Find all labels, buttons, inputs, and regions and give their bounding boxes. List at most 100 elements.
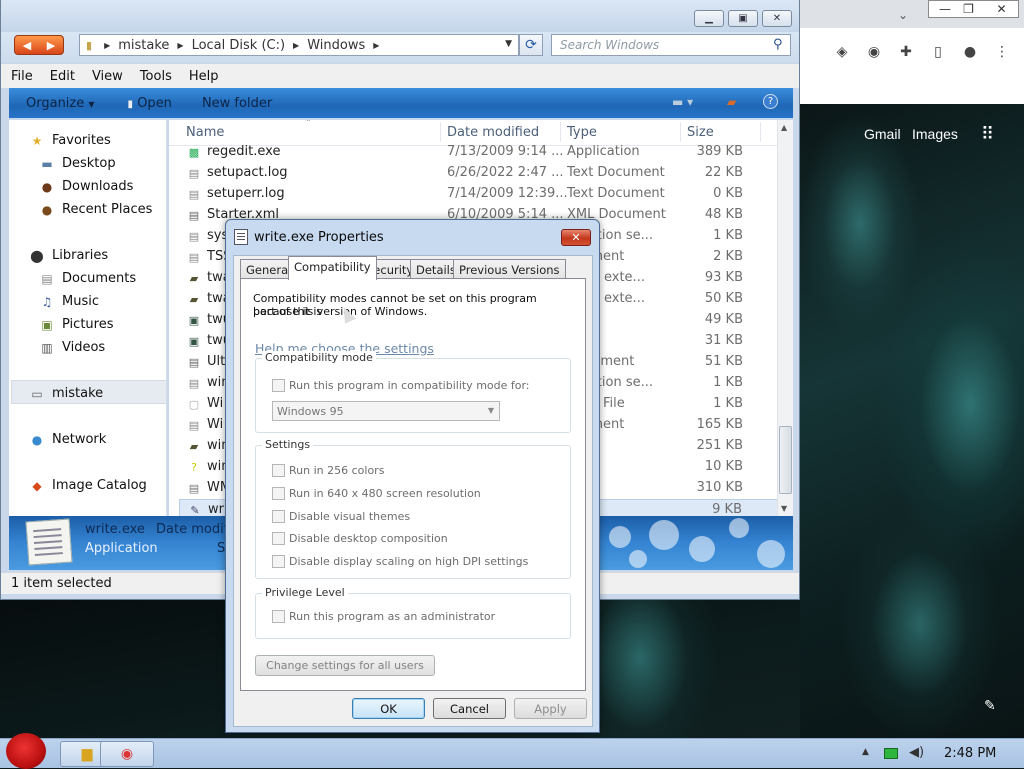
tab-previous-versions[interactable]: Previous Versions xyxy=(453,259,566,279)
nav-downloads[interactable]: ● Downloads xyxy=(39,179,134,194)
gmail-link[interactable]: Gmail xyxy=(864,126,901,142)
minimize-button[interactable]: ▁ xyxy=(694,10,724,27)
crumb-separator[interactable]: ▶ xyxy=(373,41,379,50)
show-hidden-icons-icon[interactable]: ▲ xyxy=(862,747,869,757)
search-icon[interactable]: ⚲ xyxy=(773,37,794,52)
checkbox-box[interactable] xyxy=(272,555,285,568)
table-row[interactable]: ▩ regedit.exe 7/13/2009 9:14 ... Applicatio… xyxy=(179,142,779,163)
close-button[interactable]: ✕ xyxy=(762,10,792,27)
ok-button[interactable]: OK xyxy=(352,698,425,719)
crumb-separator[interactable]: ▶ xyxy=(104,41,110,50)
apps-grid-icon[interactable]: ⠿ xyxy=(981,126,994,144)
battery-icon[interactable] xyxy=(884,748,898,759)
cancel-button[interactable]: Cancel xyxy=(433,698,506,719)
setting-disable-dpi-scaling[interactable]: Disable display scaling on high DPI sett… xyxy=(272,555,528,568)
menu-tools[interactable]: Tools xyxy=(140,69,172,84)
compat-mode-checkbox[interactable]: Run this program in compatibility mode f… xyxy=(272,379,530,392)
back-arrow-icon[interactable]: ◀ xyxy=(15,36,39,54)
images-link[interactable]: Images xyxy=(912,126,958,142)
address-dropdown-icon[interactable]: ▼ xyxy=(505,39,512,49)
sidepanel-icon[interactable]: ▯ xyxy=(928,42,948,62)
chrome-restore-button[interactable]: ❐ xyxy=(952,0,986,18)
setting-640x480[interactable]: Run in 640 x 480 screen resolution xyxy=(272,487,481,500)
pencil-icon[interactable]: ✎ xyxy=(984,698,996,714)
open-button[interactable]: ▮ Open xyxy=(128,96,172,111)
nav-homegroup-mistake[interactable]: ▭ mistake xyxy=(29,386,103,401)
nav-recent-places[interactable]: ● Recent Places xyxy=(39,202,153,217)
breadcrumb-mistake[interactable]: mistake xyxy=(118,38,169,53)
document-icon xyxy=(25,518,73,566)
breadcrumb-windows[interactable]: Windows xyxy=(307,38,365,53)
column-header-type[interactable]: Type xyxy=(567,125,597,140)
column-header-date[interactable]: Date modified xyxy=(447,125,539,140)
view-options-icon[interactable]: ▬ ▾ xyxy=(672,95,693,109)
table-row[interactable]: ▤ setupact.log 6/26/2022 2:47 ... Text Docu… xyxy=(179,163,779,184)
back-forward-buttons[interactable]: ◀ ▶ xyxy=(14,35,64,55)
puzzle-icon[interactable]: ✚ xyxy=(896,42,916,62)
menu-help[interactable]: Help xyxy=(189,69,219,84)
flag-icon[interactable]: ◉ xyxy=(864,42,884,62)
checkbox-box[interactable] xyxy=(272,510,285,523)
nav-documents[interactable]: ▤ Documents xyxy=(39,271,136,286)
search-input[interactable]: Search Windows xyxy=(551,34,791,56)
apply-button[interactable]: Apply xyxy=(514,698,587,719)
crumb-separator[interactable]: ▶ xyxy=(293,41,299,50)
new-folder-button[interactable]: New folder xyxy=(202,96,272,111)
maximize-button[interactable]: ▣ xyxy=(728,10,758,27)
nav-image-catalog[interactable]: ◆ Image Catalog xyxy=(29,478,146,493)
scrollbar-thumb[interactable] xyxy=(779,426,792,494)
run-as-admin-checkbox[interactable]: Run this program as an administrator xyxy=(272,610,495,623)
chevron-down-icon[interactable]: ⌄ xyxy=(898,8,908,22)
nav-favorites[interactable]: ★ Favorites xyxy=(29,133,111,148)
explorer-titlebar[interactable] xyxy=(1,0,799,32)
vertical-scrollbar[interactable]: ▲ ▼ xyxy=(777,120,793,516)
column-divider[interactable] xyxy=(560,122,561,142)
taskbar-clock[interactable]: 2:48 PM xyxy=(944,746,996,761)
kebab-icon[interactable]: ⋮ xyxy=(992,42,1012,62)
organize-button[interactable]: Organize ▼ xyxy=(26,96,95,111)
crumb-separator[interactable]: ▶ xyxy=(177,41,183,50)
start-button[interactable] xyxy=(6,733,46,769)
preview-pane-icon[interactable]: ▰ xyxy=(727,95,736,109)
setting-disable-themes[interactable]: Disable visual themes xyxy=(272,510,410,523)
setting-disable-composition[interactable]: Disable desktop composition xyxy=(272,532,448,545)
chrome-close-button[interactable]: ✕ xyxy=(985,0,1019,18)
nav-desktop[interactable]: ▬ Desktop xyxy=(39,156,115,171)
menu-edit[interactable]: Edit xyxy=(50,69,75,84)
scroll-down-icon[interactable]: ▼ xyxy=(781,504,787,513)
address-bar[interactable]: ▮ ▶ mistake ▶ Local Disk (C:) ▶ Windows … xyxy=(79,34,519,56)
dialog-close-button[interactable]: ✕ xyxy=(561,229,591,246)
nav-network[interactable]: ● Network xyxy=(29,432,107,447)
checkbox-box[interactable] xyxy=(272,532,285,545)
nav-pictures[interactable]: ▣ Pictures xyxy=(39,317,113,332)
ublock-icon[interactable]: ◈ xyxy=(832,42,852,62)
refresh-button[interactable]: ⟳ xyxy=(519,34,543,56)
menu-view[interactable]: View xyxy=(92,69,123,84)
forward-arrow-icon[interactable]: ▶ xyxy=(39,36,63,54)
compat-os-select[interactable]: Windows 95 ▼ xyxy=(272,401,500,421)
nav-music[interactable]: ♫ Music xyxy=(39,294,99,309)
tab-compatibility[interactable]: Compatibility xyxy=(288,256,377,280)
column-header-size[interactable]: Size xyxy=(687,125,714,140)
setting-256-colors[interactable]: Run in 256 colors xyxy=(272,464,384,477)
column-divider[interactable] xyxy=(760,122,761,142)
file-size: 389 KB xyxy=(696,144,743,159)
breadcrumb-local-disk[interactable]: Local Disk (C:) xyxy=(192,38,285,53)
profile-icon[interactable]: ● xyxy=(960,42,980,62)
scroll-up-icon[interactable]: ▲ xyxy=(781,123,787,132)
checkbox-box[interactable] xyxy=(272,487,285,500)
taskbar-chrome-button[interactable]: ◉ xyxy=(100,741,154,767)
checkbox-box[interactable] xyxy=(272,610,285,623)
change-settings-all-users-button[interactable]: Change settings for all users xyxy=(255,655,435,676)
checkbox-box[interactable] xyxy=(272,379,285,392)
checkbox-box[interactable] xyxy=(272,464,285,477)
menu-file[interactable]: File xyxy=(11,69,33,84)
nav-videos[interactable]: ▥ Videos xyxy=(39,340,105,355)
column-divider[interactable] xyxy=(680,122,681,142)
column-divider[interactable] xyxy=(440,122,441,142)
volume-icon[interactable]: ◀) xyxy=(909,745,924,760)
table-row[interactable]: ▤ setuperr.log 7/14/2009 12:39... Text Docu… xyxy=(179,184,779,205)
nav-libraries[interactable]: ⬤ Libraries xyxy=(29,248,108,263)
column-header-name[interactable]: Name xyxy=(186,125,224,140)
help-icon[interactable]: ? xyxy=(763,94,778,109)
